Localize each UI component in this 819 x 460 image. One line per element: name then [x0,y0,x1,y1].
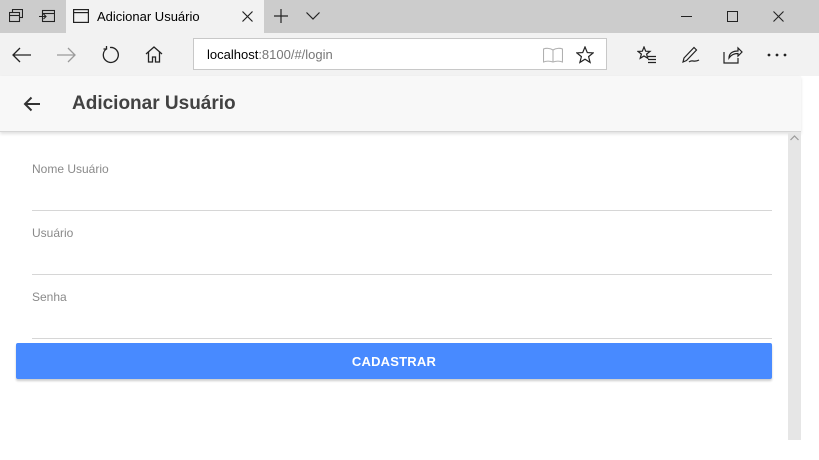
forward-arrow-icon[interactable] [44,33,88,76]
usuario-input[interactable] [32,244,772,270]
nome-usuario-input[interactable] [32,180,772,206]
address-host: localhost [207,47,259,62]
usuario-label: Usuário [32,226,74,240]
browser-nav-bar: localhost:8100/#/login [0,33,819,76]
page-icon [73,8,89,24]
browser-tab-bar: Adicionar Usuário [0,0,819,33]
address-path: :8100/#/login [258,47,333,62]
refresh-icon[interactable] [88,33,132,76]
app-page: Adicionar Usuário Nome Usuário Usuário S… [0,76,801,460]
more-icon[interactable] [755,33,799,76]
field-divider [32,210,772,211]
favorite-star-icon[interactable] [575,45,595,65]
share-icon[interactable] [711,33,755,76]
cadastrar-button[interactable]: CADASTRAR [16,343,772,379]
tab-preview-icon[interactable] [39,8,55,24]
minimize-icon[interactable] [663,0,709,33]
field-divider [32,338,772,339]
tab-list-chevron-icon[interactable] [305,8,321,24]
tab-close-icon[interactable] [240,9,255,24]
tab-title: Adicionar Usuário [97,9,200,24]
field-divider [32,274,772,275]
usuario-field: Usuário [32,226,772,286]
back-arrow-icon[interactable] [0,33,44,76]
app-header: Adicionar Usuário [0,76,801,132]
new-tab-icon[interactable] [273,8,289,24]
senha-input[interactable] [32,308,772,334]
page-scrollbar[interactable] [788,132,801,440]
address-url: localhost:8100/#/login [207,47,333,62]
address-bar[interactable]: localhost:8100/#/login [193,38,607,70]
nome-usuario-field: Nome Usuário [32,162,772,222]
tab-set-aside-icon[interactable] [8,8,24,24]
active-tab[interactable]: Adicionar Usuário [66,0,264,33]
nome-usuario-label: Nome Usuário [32,162,109,176]
web-note-icon[interactable] [669,33,713,76]
reading-view-icon[interactable] [543,45,563,65]
favorites-hub-icon[interactable] [625,33,669,76]
home-icon[interactable] [132,33,176,76]
header-back-arrow-icon[interactable] [18,92,46,116]
scroll-up-chevron-icon[interactable] [788,132,801,144]
close-icon[interactable] [755,0,801,33]
senha-label: Senha [32,290,67,304]
maximize-icon[interactable] [709,0,755,33]
page-title: Adicionar Usuário [72,93,236,114]
senha-field: Senha [32,290,772,350]
